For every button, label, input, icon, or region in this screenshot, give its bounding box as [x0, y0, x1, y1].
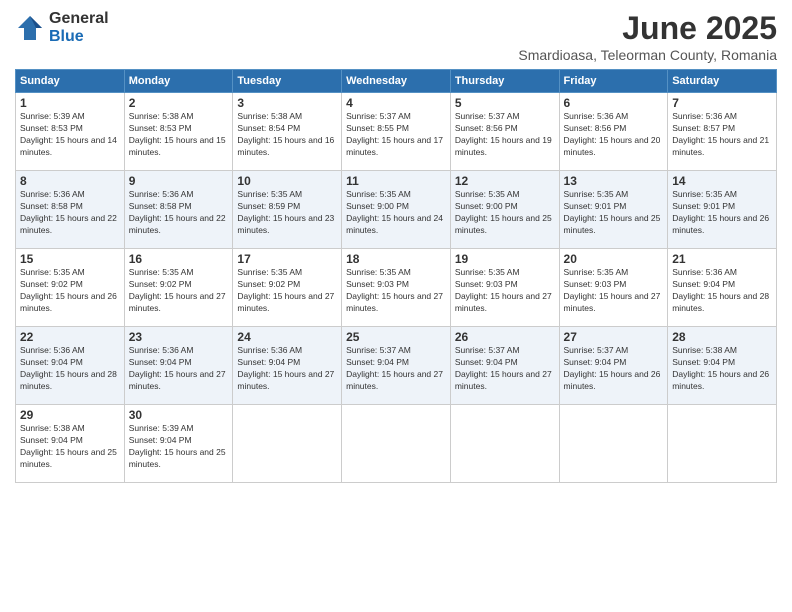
table-row: 13Sunrise: 5:35 AMSunset: 9:01 PMDayligh…	[559, 171, 668, 249]
table-row: 28Sunrise: 5:38 AMSunset: 9:04 PMDayligh…	[668, 327, 777, 405]
table-row: 19Sunrise: 5:35 AMSunset: 9:03 PMDayligh…	[450, 249, 559, 327]
table-row: 4Sunrise: 5:37 AMSunset: 8:55 PMDaylight…	[342, 93, 451, 171]
table-row: 14Sunrise: 5:35 AMSunset: 9:01 PMDayligh…	[668, 171, 777, 249]
table-row: 3Sunrise: 5:38 AMSunset: 8:54 PMDaylight…	[233, 93, 342, 171]
table-row: 17Sunrise: 5:35 AMSunset: 9:02 PMDayligh…	[233, 249, 342, 327]
table-row: 11Sunrise: 5:35 AMSunset: 9:00 PMDayligh…	[342, 171, 451, 249]
table-row	[450, 405, 559, 483]
calendar-week-4: 22Sunrise: 5:36 AMSunset: 9:04 PMDayligh…	[16, 327, 777, 405]
header-wednesday: Wednesday	[342, 70, 451, 93]
calendar-week-1: 1Sunrise: 5:39 AMSunset: 8:53 PMDaylight…	[16, 93, 777, 171]
header-thursday: Thursday	[450, 70, 559, 93]
table-row: 18Sunrise: 5:35 AMSunset: 9:03 PMDayligh…	[342, 249, 451, 327]
logo: General Blue	[15, 10, 109, 45]
table-row: 16Sunrise: 5:35 AMSunset: 9:02 PMDayligh…	[124, 249, 233, 327]
calendar-header-row: Sunday Monday Tuesday Wednesday Thursday…	[16, 70, 777, 93]
header-tuesday: Tuesday	[233, 70, 342, 93]
calendar-table: Sunday Monday Tuesday Wednesday Thursday…	[15, 69, 777, 483]
table-row: 21Sunrise: 5:36 AMSunset: 9:04 PMDayligh…	[668, 249, 777, 327]
logo-general-text: General	[49, 10, 109, 28]
table-row: 12Sunrise: 5:35 AMSunset: 9:00 PMDayligh…	[450, 171, 559, 249]
month-title: June 2025	[518, 10, 777, 47]
table-row	[559, 405, 668, 483]
table-row: 1Sunrise: 5:39 AMSunset: 8:53 PMDaylight…	[16, 93, 125, 171]
table-row: 5Sunrise: 5:37 AMSunset: 8:56 PMDaylight…	[450, 93, 559, 171]
calendar-week-3: 15Sunrise: 5:35 AMSunset: 9:02 PMDayligh…	[16, 249, 777, 327]
location: Smardioasa, Teleorman County, Romania	[518, 47, 777, 63]
table-row: 29Sunrise: 5:38 AMSunset: 9:04 PMDayligh…	[16, 405, 125, 483]
table-row: 26Sunrise: 5:37 AMSunset: 9:04 PMDayligh…	[450, 327, 559, 405]
table-row: 27Sunrise: 5:37 AMSunset: 9:04 PMDayligh…	[559, 327, 668, 405]
calendar-week-5: 29Sunrise: 5:38 AMSunset: 9:04 PMDayligh…	[16, 405, 777, 483]
header-monday: Monday	[124, 70, 233, 93]
header-friday: Friday	[559, 70, 668, 93]
table-row	[668, 405, 777, 483]
table-row: 2Sunrise: 5:38 AMSunset: 8:53 PMDaylight…	[124, 93, 233, 171]
header: General Blue June 2025 Smardioasa, Teleo…	[15, 10, 777, 63]
table-row: 7Sunrise: 5:36 AMSunset: 8:57 PMDaylight…	[668, 93, 777, 171]
logo-icon	[15, 13, 45, 43]
logo-text: General Blue	[49, 10, 109, 45]
calendar-week-2: 8Sunrise: 5:36 AMSunset: 8:58 PMDaylight…	[16, 171, 777, 249]
table-row: 25Sunrise: 5:37 AMSunset: 9:04 PMDayligh…	[342, 327, 451, 405]
page: General Blue June 2025 Smardioasa, Teleo…	[0, 0, 792, 612]
table-row: 20Sunrise: 5:35 AMSunset: 9:03 PMDayligh…	[559, 249, 668, 327]
table-row: 10Sunrise: 5:35 AMSunset: 8:59 PMDayligh…	[233, 171, 342, 249]
header-saturday: Saturday	[668, 70, 777, 93]
table-row: 23Sunrise: 5:36 AMSunset: 9:04 PMDayligh…	[124, 327, 233, 405]
header-sunday: Sunday	[16, 70, 125, 93]
title-section: June 2025 Smardioasa, Teleorman County, …	[518, 10, 777, 63]
table-row	[342, 405, 451, 483]
table-row	[233, 405, 342, 483]
table-row: 22Sunrise: 5:36 AMSunset: 9:04 PMDayligh…	[16, 327, 125, 405]
table-row: 6Sunrise: 5:36 AMSunset: 8:56 PMDaylight…	[559, 93, 668, 171]
table-row: 30Sunrise: 5:39 AMSunset: 9:04 PMDayligh…	[124, 405, 233, 483]
table-row: 8Sunrise: 5:36 AMSunset: 8:58 PMDaylight…	[16, 171, 125, 249]
table-row: 15Sunrise: 5:35 AMSunset: 9:02 PMDayligh…	[16, 249, 125, 327]
table-row: 9Sunrise: 5:36 AMSunset: 8:58 PMDaylight…	[124, 171, 233, 249]
logo-blue-text: Blue	[49, 28, 109, 46]
table-row: 24Sunrise: 5:36 AMSunset: 9:04 PMDayligh…	[233, 327, 342, 405]
